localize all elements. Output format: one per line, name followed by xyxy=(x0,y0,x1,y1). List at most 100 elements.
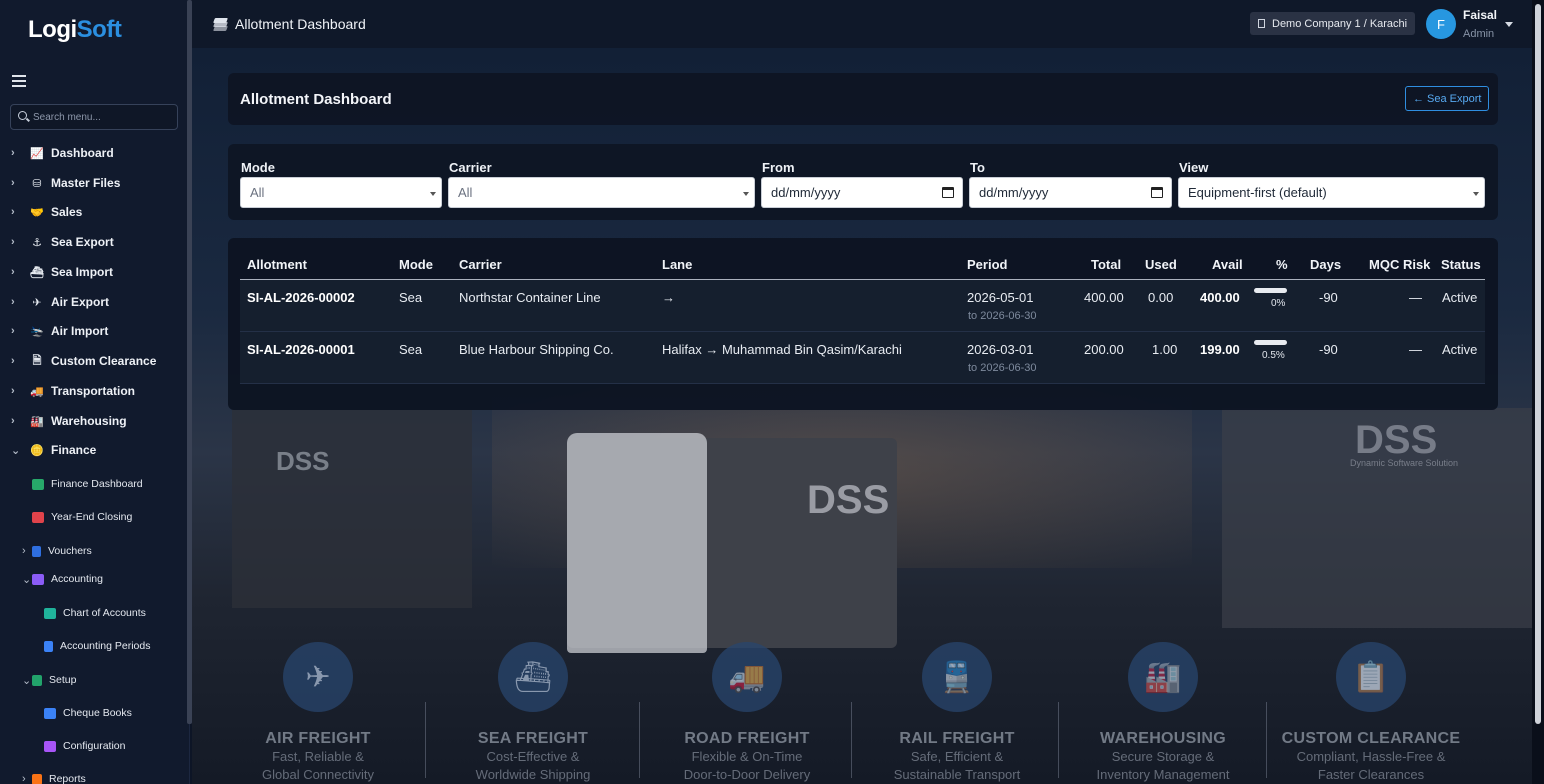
carrier-label: Carrier xyxy=(449,160,492,175)
service-custom-clearance: 📋 CUSTOM CLEARANCE Compliant, Hassle-Fre… xyxy=(1271,642,1471,784)
service-desc: Cost-Effective & xyxy=(486,749,580,764)
chevron-right-icon: › xyxy=(11,266,15,278)
mqc-risk-cell: — xyxy=(1409,290,1422,305)
building-icon xyxy=(1258,19,1265,28)
company-name: Demo Company 1 / Karachi xyxy=(1272,17,1408,30)
chevron-right-icon: › xyxy=(11,325,15,337)
chevron-down-icon: ⌄ xyxy=(22,674,32,687)
sidebar-item-label: Setup xyxy=(49,674,77,686)
sidebar-item-sea-export[interactable]: › ⚓ Sea Export xyxy=(0,231,186,253)
sidebar-item-label: Master Files xyxy=(51,176,121,190)
service-name: AIR FREIGHT xyxy=(265,730,371,747)
sidebar-item-sales[interactable]: › 🤝 Sales xyxy=(0,201,186,223)
calendar-icon[interactable] xyxy=(1151,187,1163,198)
column-header[interactable]: Allotment xyxy=(247,257,307,272)
sidebar-item-accounting[interactable]: ⌄ Accounting xyxy=(22,569,103,589)
carrier-select-value: All xyxy=(458,185,473,200)
truck-cab-image xyxy=(567,433,707,653)
train-image xyxy=(232,408,472,608)
user-name[interactable]: Faisal xyxy=(1463,8,1497,22)
warehouse-icon: 🏭 xyxy=(30,415,44,428)
dss-logo-train: DSS xyxy=(276,446,330,476)
page-title: Allotment Dashboard xyxy=(213,16,366,32)
sidebar-item-finance[interactable]: ⌄ 🪙 Finance xyxy=(0,439,186,461)
divider xyxy=(851,702,852,778)
calendar-icon xyxy=(44,640,53,652)
allotment-id[interactable]: SI-AL-2026-00002 xyxy=(247,290,355,305)
sidebar-item-air-export[interactable]: › ✈ Air Export xyxy=(0,291,186,313)
sidebar-item-vouchers[interactable]: › Vouchers xyxy=(22,541,92,561)
table-row[interactable] xyxy=(240,280,1485,332)
sidebar-item-transportation[interactable]: › 🚚 Transportation xyxy=(0,380,186,402)
dashboard-header-card: Allotment Dashboard ← Sea Export xyxy=(228,73,1498,125)
search-input[interactable] xyxy=(33,109,173,126)
menu-toggle-icon[interactable] xyxy=(12,75,26,87)
scrollbar-thumb[interactable] xyxy=(1535,4,1541,724)
caret-down-icon[interactable] xyxy=(1505,22,1513,27)
sidebar-item-dashboard[interactable]: › 📈 Dashboard xyxy=(0,142,186,164)
sidebar-item-master-files[interactable]: › ⛁ Master Files xyxy=(0,172,186,194)
avatar[interactable]: F xyxy=(1426,9,1456,39)
service-desc: Inventory Management xyxy=(1096,767,1230,782)
sidebar-item-chart-of-accounts[interactable]: Chart of Accounts xyxy=(44,603,146,623)
column-header[interactable]: Status xyxy=(1441,257,1481,272)
sidebar-item-year-end-closing[interactable]: Year-End Closing xyxy=(32,507,132,527)
sidebar-item-cheque-books[interactable]: Cheque Books xyxy=(44,703,132,723)
carrier-cell: Blue Harbour Shipping Co. xyxy=(459,342,614,357)
sidebar-item-air-import[interactable]: › 🛬 Air Import xyxy=(0,320,186,342)
column-header[interactable]: Mode xyxy=(399,257,433,272)
sidebar-item-label: Dashboard xyxy=(51,146,114,160)
column-header[interactable]: Avail xyxy=(1212,257,1243,272)
page-scrollbar[interactable] xyxy=(1532,0,1544,784)
file-icon xyxy=(32,545,41,557)
sidebar-item-label: Finance Dashboard xyxy=(51,478,143,490)
usage-progress-bar xyxy=(1254,288,1287,293)
chevron-right-icon: › xyxy=(22,773,26,784)
column-header[interactable]: Carrier xyxy=(459,257,502,272)
calendar-icon[interactable] xyxy=(942,187,954,198)
page-title-text: Allotment Dashboard xyxy=(235,16,366,32)
service-name: WAREHOUSING xyxy=(1100,730,1226,747)
sidebar-item-label: Reports xyxy=(49,773,86,784)
sidebar-item-warehousing[interactable]: › 🏭 Warehousing xyxy=(0,410,186,432)
logo-text: Logi xyxy=(28,16,77,43)
to-label: To xyxy=(970,160,985,175)
sidebar-item-sea-import[interactable]: › ⛴ Sea Import xyxy=(0,261,186,283)
column-header[interactable]: MQC Risk xyxy=(1369,257,1430,272)
service-name: RAIL FREIGHT xyxy=(899,730,1015,747)
view-select[interactable]: Equipment-first (default) xyxy=(1178,177,1485,208)
column-header[interactable]: Used xyxy=(1145,257,1177,272)
back-to-sea-export-button[interactable]: ← Sea Export xyxy=(1405,86,1490,111)
app-logo[interactable]: LogiSoft xyxy=(28,16,122,44)
column-header[interactable]: Lane xyxy=(662,257,692,272)
sidebar-item-configuration[interactable]: Configuration xyxy=(44,736,125,756)
sidebar-item-accounting-periods[interactable]: Accounting Periods xyxy=(44,636,150,656)
allotment-id[interactable]: SI-AL-2026-00001 xyxy=(247,342,355,357)
service-desc: Secure Storage & xyxy=(1111,749,1215,764)
sidebar-item-reports[interactable]: › Reports xyxy=(22,769,86,784)
used-cell: 1.00 xyxy=(1152,342,1178,357)
column-header[interactable]: Days xyxy=(1310,257,1341,272)
handshake-icon: 🤝 xyxy=(30,206,44,219)
sidebar-item-setup[interactable]: ⌄ Setup xyxy=(22,670,76,690)
from-date-input[interactable]: dd/mm/yyyy xyxy=(761,177,963,208)
table-row[interactable] xyxy=(240,332,1485,384)
sidebar-scrollbar[interactable] xyxy=(187,0,192,724)
view-label: View xyxy=(1179,160,1209,175)
sidebar-item-custom-clearance[interactable]: › 🗎 Custom Clearance xyxy=(0,350,186,372)
column-header[interactable]: Total xyxy=(1091,257,1121,272)
period-to-cell: to 2026-06-30 xyxy=(968,362,1037,374)
warehouse-icon: 🏭 xyxy=(1128,642,1198,712)
carrier-select[interactable]: All xyxy=(448,177,755,208)
sidebar-item-finance-dashboard[interactable]: Finance Dashboard xyxy=(32,474,143,494)
avail-cell: 400.00 xyxy=(1200,290,1240,305)
column-header[interactable]: % xyxy=(1276,257,1288,272)
mode-select[interactable]: All xyxy=(240,177,442,208)
train-icon: 🚆 xyxy=(922,642,992,712)
file-shield-icon: 🗎 xyxy=(32,354,42,367)
to-date-input[interactable]: dd/mm/yyyy xyxy=(969,177,1172,208)
column-header[interactable]: Period xyxy=(967,257,1007,272)
database-icon: ⛁ xyxy=(32,177,42,190)
total-cell: 400.00 xyxy=(1084,290,1124,305)
company-selector[interactable]: Demo Company 1 / Karachi xyxy=(1250,12,1416,35)
